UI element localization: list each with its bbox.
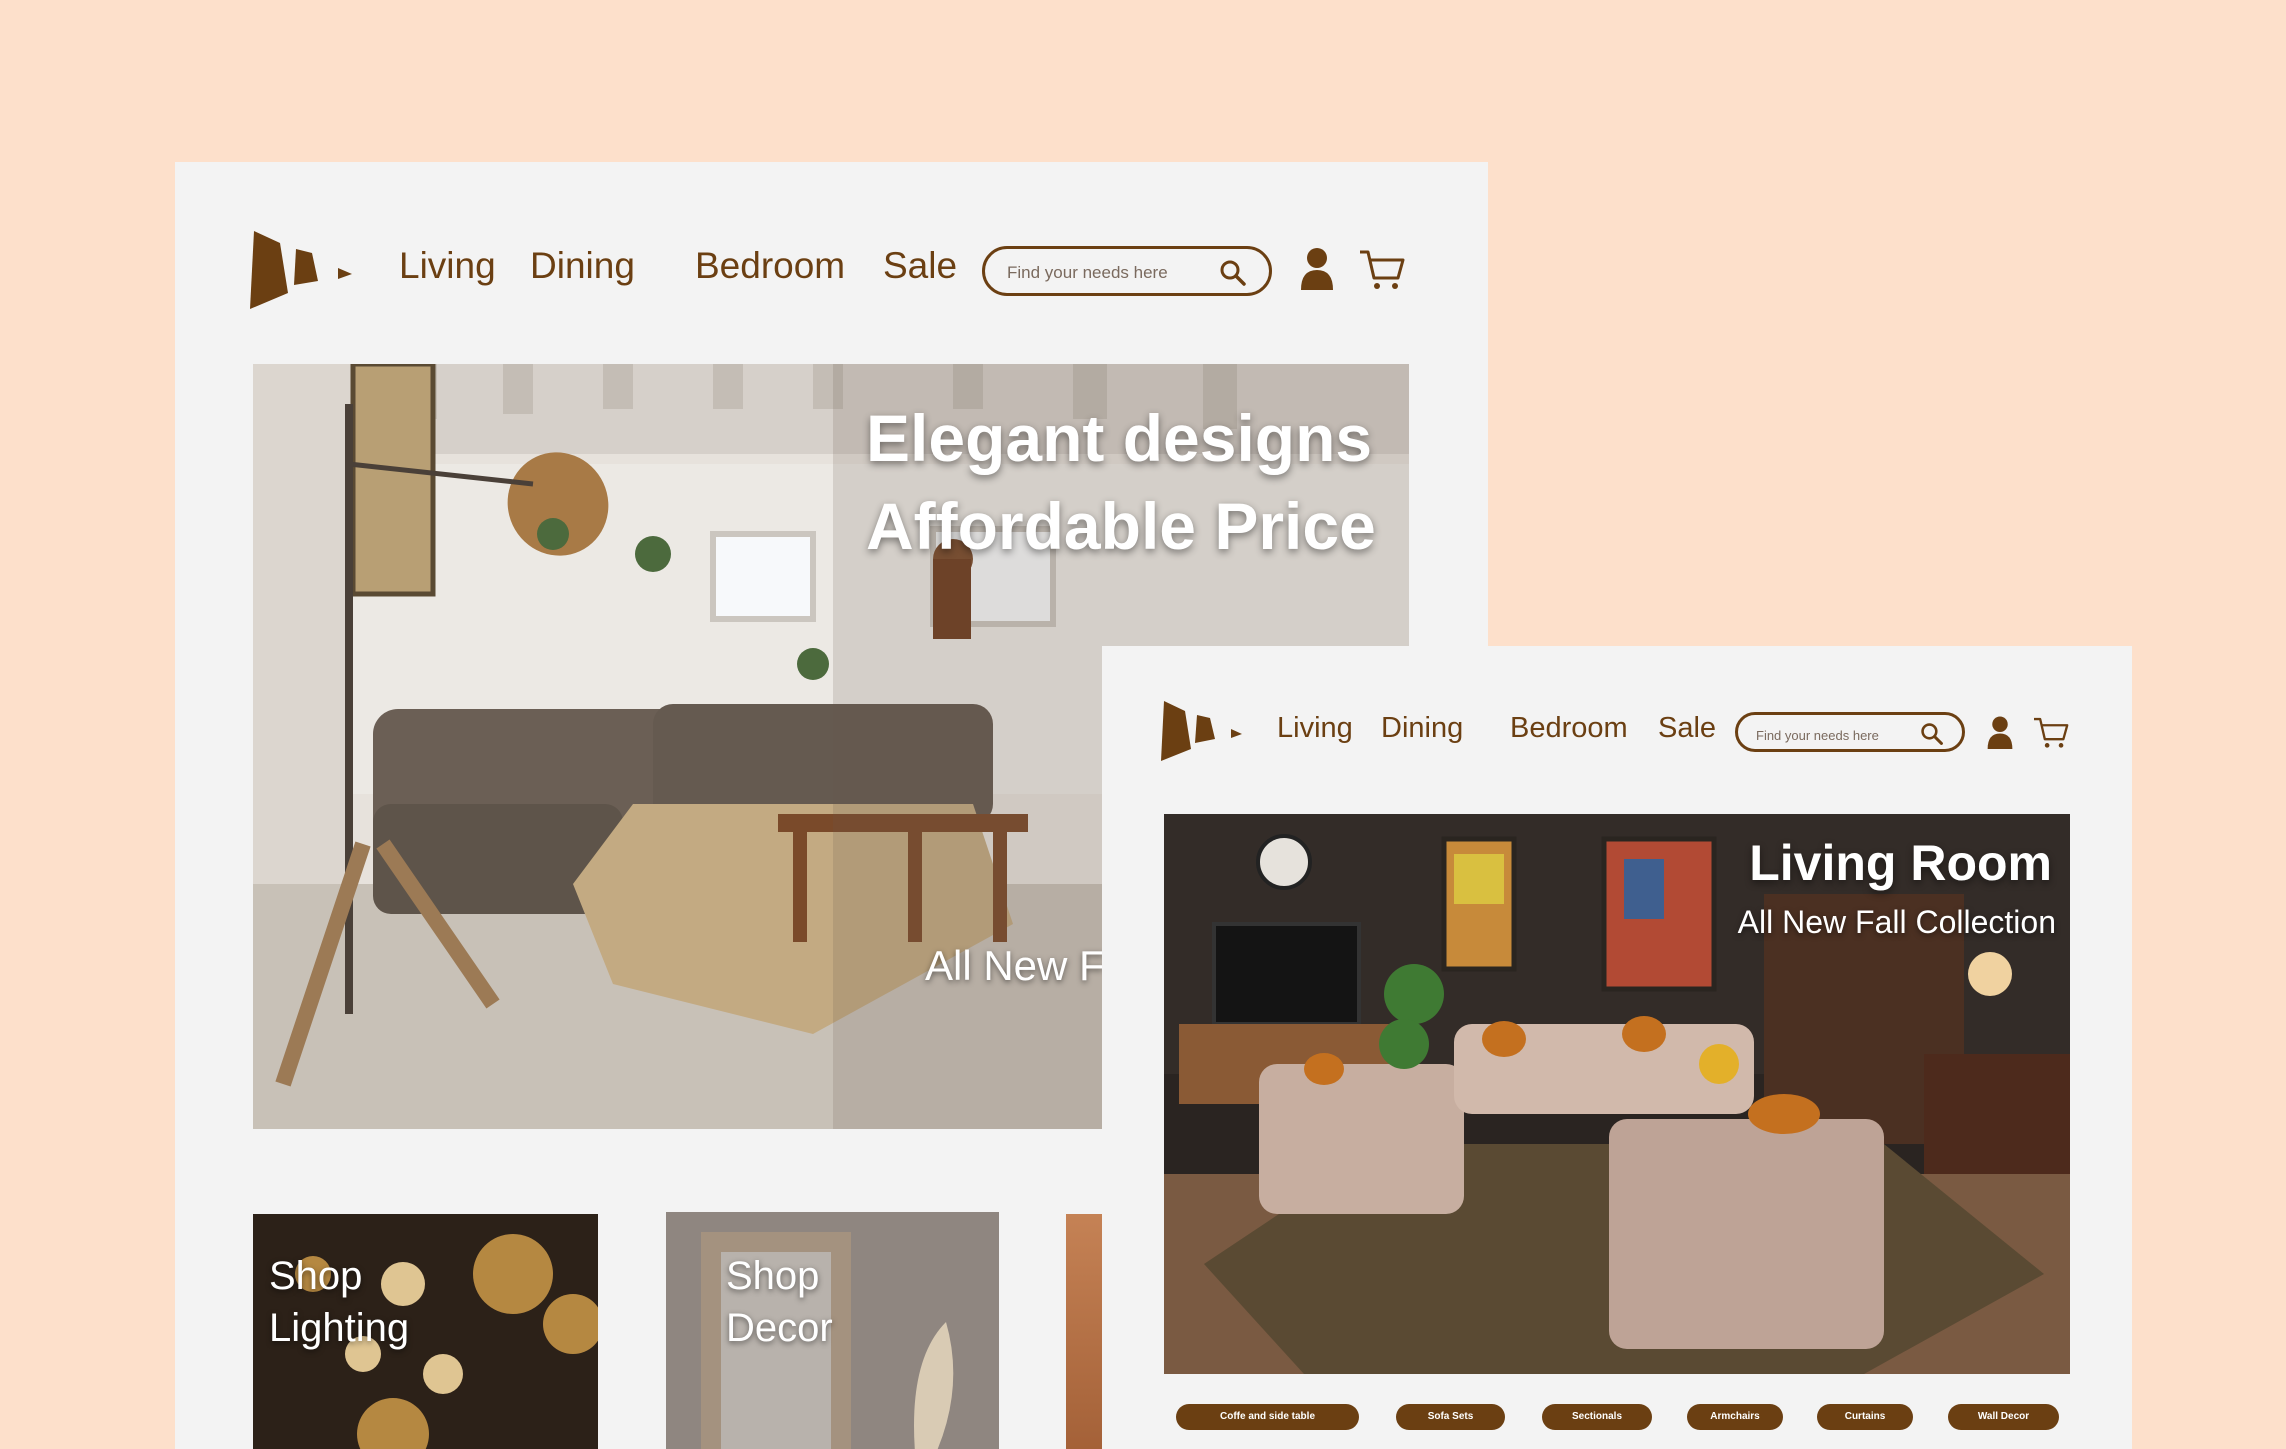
tile-label-line1: Shop [726,1254,820,1298]
shop-decor-label: Shop Decor [726,1250,833,1354]
category-wall-decor[interactable]: Wall Decor [1948,1404,2059,1430]
user-icon[interactable] [1986,715,2014,749]
search-bar [1735,712,1965,752]
nav-living[interactable]: Living [399,245,496,287]
hero-subtitle: All New F [925,942,1105,989]
nav-dining[interactable]: Dining [530,245,635,287]
category-armchairs[interactable]: Armchairs [1687,1404,1783,1430]
nav-sale[interactable]: Sale [883,245,957,287]
living-room-photo [1164,814,2070,1374]
nav-bedroom[interactable]: Bedroom [1510,712,1628,745]
shop-lighting-tile[interactable]: Shop Lighting [253,1214,598,1449]
hero-banner: Living Room All New Fall Collection [1164,814,2070,1374]
tile-label-line2: Lighting [269,1306,410,1350]
search-input[interactable] [1754,724,1928,746]
nav-living[interactable]: Living [1277,712,1353,745]
category-curtains[interactable]: Curtains [1817,1404,1913,1430]
nav-bedroom[interactable]: Bedroom [695,245,845,287]
tile-label-line1: Shop [269,1254,363,1298]
search-icon[interactable] [1219,259,1247,287]
cart-icon[interactable] [2032,716,2070,750]
shop-lighting-label: Shop Lighting [269,1250,409,1354]
nav-sale[interactable]: Sale [1658,712,1716,745]
shop-decor-tile[interactable]: Shop Decor [666,1212,999,1449]
brand-logo-icon[interactable] [250,231,360,311]
cart-icon[interactable] [1358,248,1406,292]
hero-title-line2: Affordable Price [866,489,1376,563]
user-icon[interactable] [1299,246,1335,290]
tablet-mockup: Living Dining Bedroom Sale Find your nee… [1102,646,2132,1449]
nav-dining[interactable]: Dining [1381,712,1463,745]
category-sectionals[interactable]: Sectionals [1542,1404,1652,1430]
search-input[interactable] [1005,260,1229,286]
category-sofa-sets[interactable]: Sofa Sets [1396,1404,1505,1430]
category-coffee-side-table[interactable]: Coffe and side table [1176,1404,1359,1430]
search-icon[interactable] [1920,722,1944,746]
search-bar [982,246,1272,296]
hero-subtitle: All New Fall Collection [1737,904,2056,940]
brand-logo-icon[interactable] [1161,701,1251,763]
hero-title: Living Room [1749,835,2052,891]
hero-title-line1: Elegant designs [866,401,1373,475]
tile-label-line2: Decor [726,1306,833,1350]
